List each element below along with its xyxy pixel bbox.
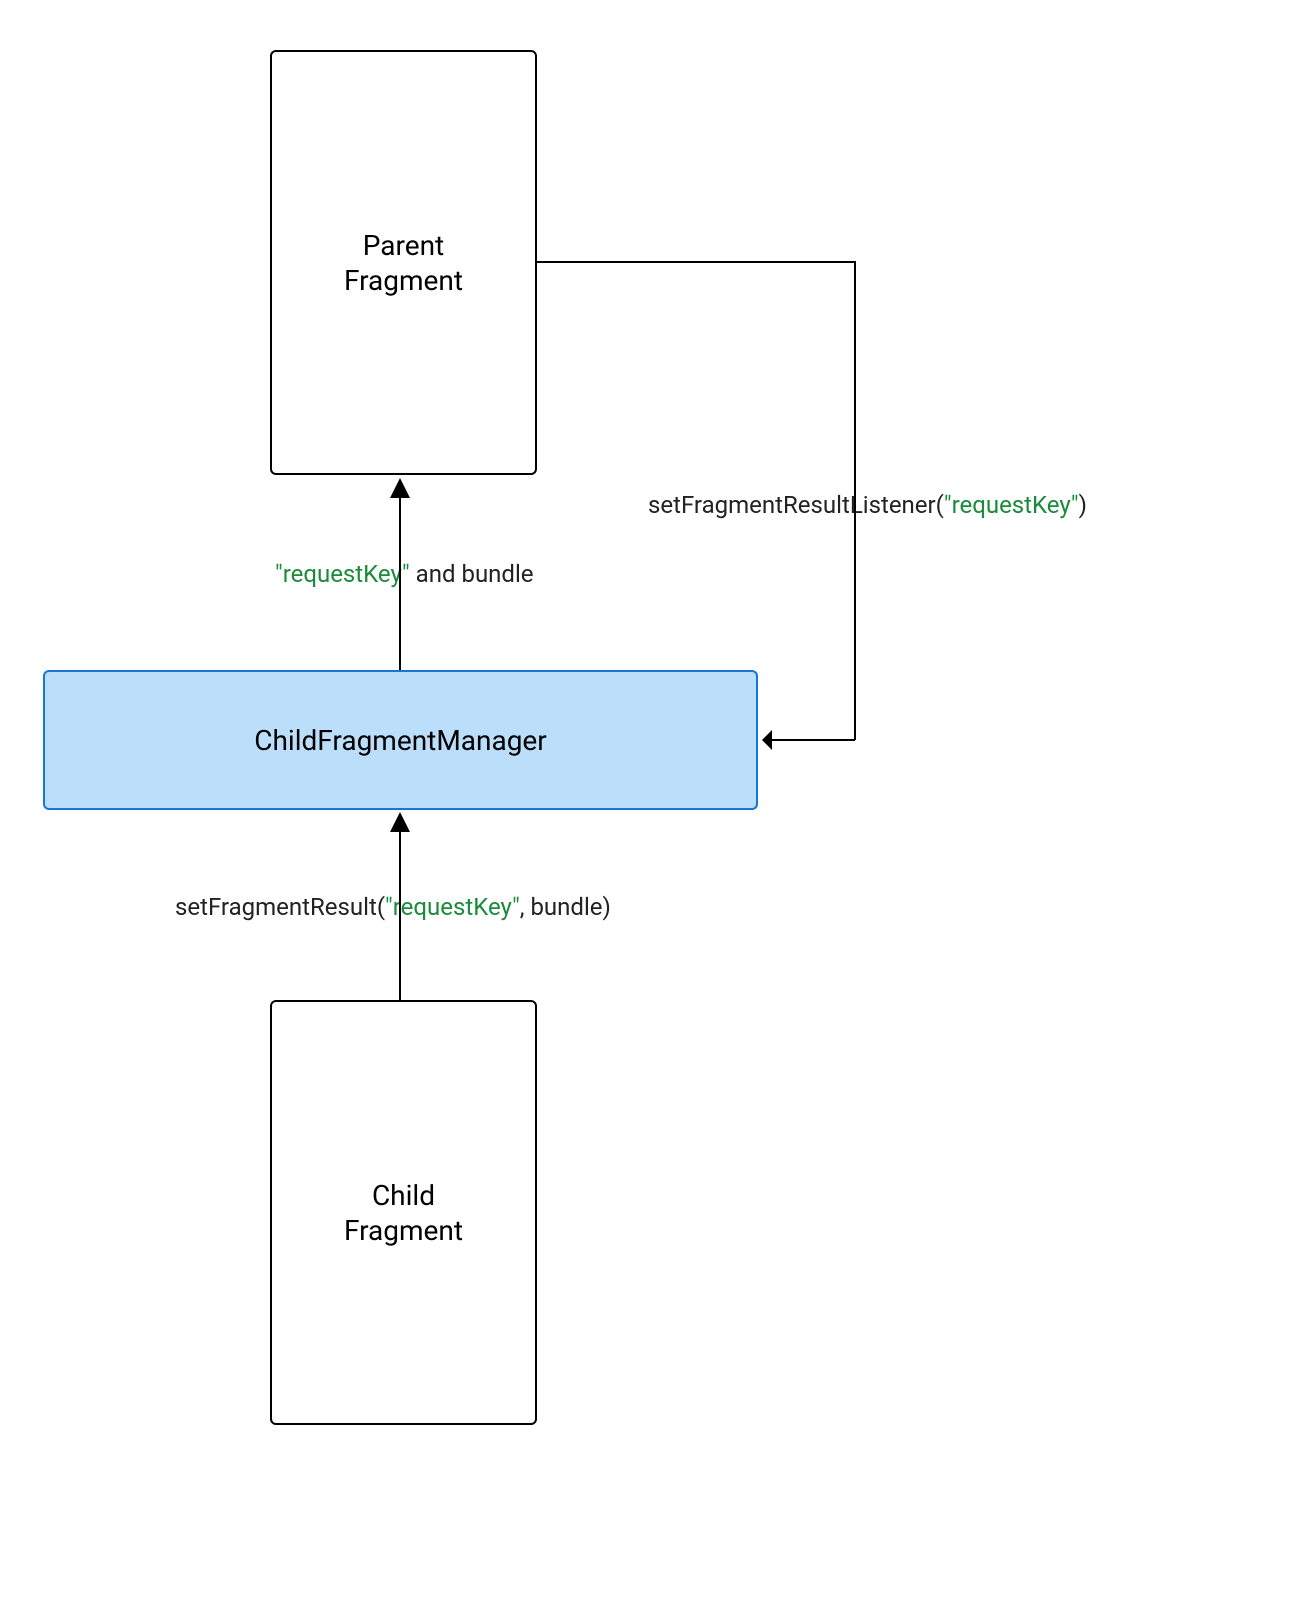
listener-label: setFragmentResultListener("requestKey"): [648, 491, 1087, 519]
parent-fragment-label: Parent Fragment: [344, 228, 463, 298]
set-result-label: setFragmentResult("requestKey", bundle): [175, 893, 611, 921]
child-fragment-label: Child Fragment: [344, 1178, 463, 1248]
parent-fragment-box: Parent Fragment: [270, 50, 537, 475]
child-fragment-manager-box: ChildFragmentManager: [43, 670, 758, 810]
parent-line1: Parent: [363, 229, 444, 262]
child-line2: Fragment: [344, 1214, 463, 1247]
edge-set-result-arrowhead: [390, 812, 410, 832]
child-fragment-box: Child Fragment: [270, 1000, 537, 1425]
listener-key: "requestKey": [944, 491, 1079, 519]
set-result-suffix: , bundle): [520, 893, 611, 921]
set-result-key: "requestKey": [385, 893, 520, 921]
result-up-rest: and bundle: [410, 560, 534, 588]
result-up-key: "requestKey": [275, 560, 410, 588]
child-line1: Child: [372, 1179, 435, 1212]
listener-prefix: setFragmentResultListener(: [648, 491, 944, 519]
parent-line2: Fragment: [344, 264, 463, 297]
child-fragment-manager-label: ChildFragmentManager: [254, 723, 547, 758]
listener-suffix: ): [1079, 491, 1087, 519]
edge-result-up-arrowhead: [390, 478, 410, 498]
result-up-label: "requestKey" and bundle: [275, 560, 534, 588]
edge-listener-arrowhead: [762, 730, 772, 750]
set-result-prefix: setFragmentResult(: [175, 893, 385, 921]
